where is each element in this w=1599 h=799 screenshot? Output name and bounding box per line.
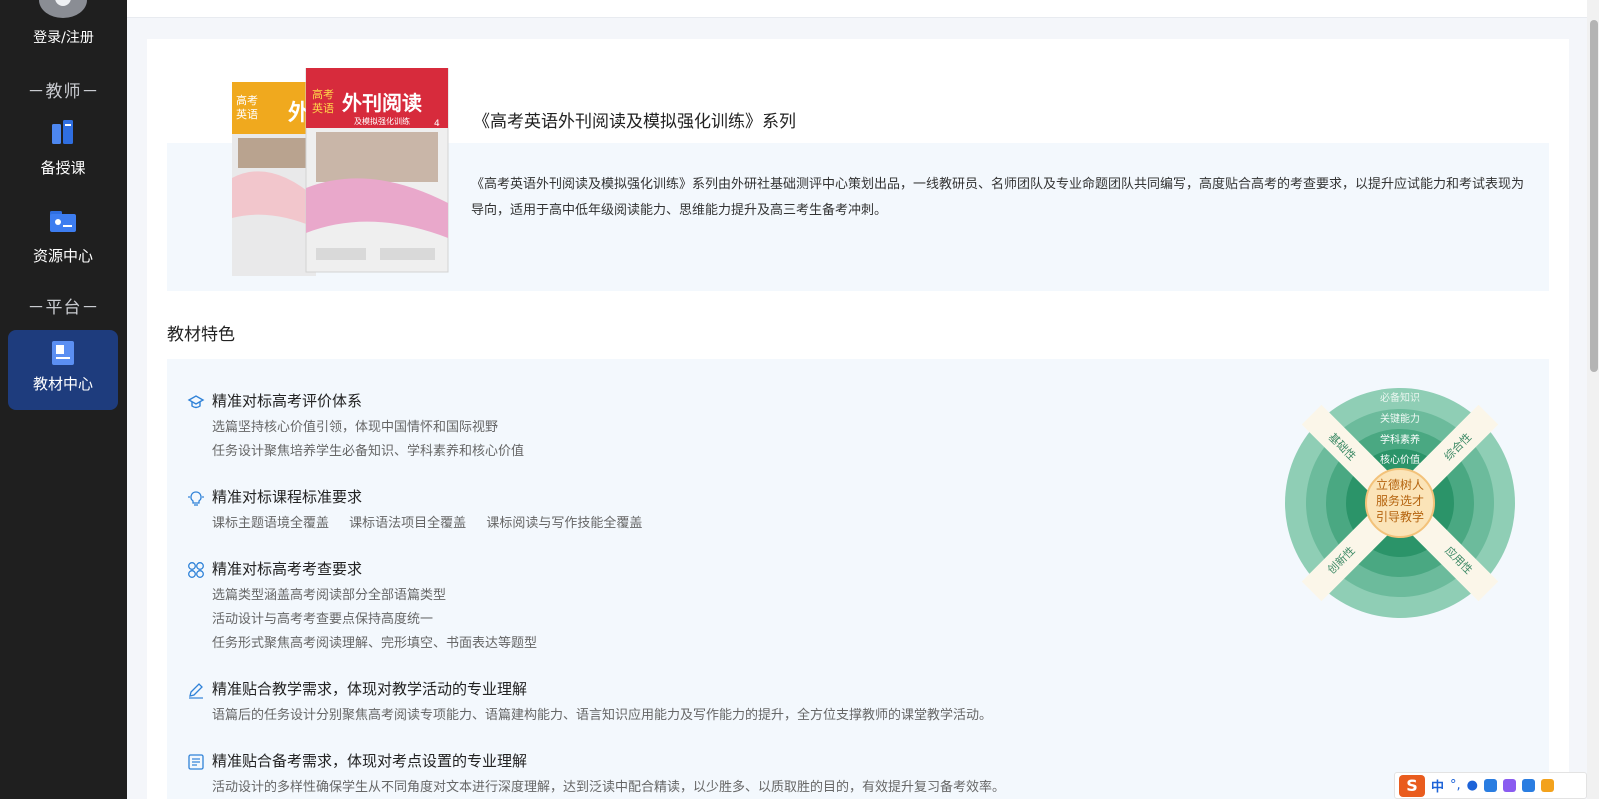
center-label: 服务选才 (1376, 493, 1424, 508)
ring-label: 必备知识 (1380, 391, 1420, 404)
sidebar-item-lesson-prep[interactable]: 备授课 (8, 112, 118, 192)
feature-line: 活动设计的多样性确保学生从不同角度对文本进行深度理解，达到泛读中配合精读，以少胜… (212, 780, 1006, 795)
feature-tag: 课标主题语境全覆盖 (212, 516, 330, 531)
books-icon (52, 120, 73, 144)
feature-line: 语篇后的任务设计分别聚焦高考阅读专项能力、语篇建构能力、语言知识应用能力及写作能… (212, 708, 993, 723)
evaluation-system-diagram: 必备知识 关键能力 学科素养 核心价值 立德树人 服务选才 引导教学 基础性 综… (1285, 388, 1515, 618)
sidebar: 登录/注册 －教师－ 备授课 资源中心 －平台－ 教材中心 (0, 0, 127, 799)
feature-line: 选篇坚持核心价值引领，体现中国情怀和国际视野 (212, 420, 499, 435)
svg-text:外刊阅读: 外刊阅读 (342, 91, 422, 115)
feature-tag: 课标阅读与写作技能全覆盖 (486, 516, 643, 531)
top-bar (127, 0, 1587, 18)
sogou-logo-icon[interactable]: S (1399, 774, 1425, 797)
scrollbar-thumb[interactable] (1590, 20, 1598, 372)
feature-title: 精准对标高考考查要求 (212, 560, 363, 578)
list-icon (188, 754, 204, 770)
feature-line: 任务设计聚焦培养学生必备知识、学科素养和核心价值 (212, 444, 525, 459)
svg-text:英语: 英语 (312, 101, 334, 115)
feature-tag: 课标语法项目全覆盖 (349, 516, 467, 531)
ring-label: 学科素养 (1380, 433, 1420, 446)
skin-icon[interactable] (1503, 779, 1516, 792)
book-cover-image: 高考 英语 外 高考 英语 外刊阅读 及模拟强化训练 4 (230, 67, 460, 278)
toolbox-icon[interactable] (1522, 779, 1535, 792)
center-label: 立德树人 (1376, 477, 1424, 492)
feature-line: 课标主题语境全覆盖 课标语法项目全覆盖 课标阅读与写作技能全覆盖 (212, 512, 658, 531)
login-register-link[interactable]: 登录/注册 (0, 27, 127, 47)
series-description: 《高考英语外刊阅读及模拟强化训练》系列由外研社基础测评中心策划出品，一线教研员、… (471, 177, 1525, 218)
svg-text:及模拟强化训练: 及模拟强化训练 (354, 116, 410, 126)
features-heading: 教材特色 (164, 320, 238, 347)
sidebar-item-textbook-center[interactable]: 教材中心 (8, 330, 118, 410)
pen-icon (189, 683, 203, 699)
sidebar-item-label: 备授课 (40, 159, 86, 177)
avatar[interactable] (39, 0, 87, 18)
svg-text:高考: 高考 (236, 93, 258, 107)
sidebar-item-label: 教材中心 (32, 375, 93, 393)
textbook-icon (52, 341, 74, 365)
platform-section-label: －平台－ (27, 298, 100, 318)
microphone-icon[interactable]: ● (1467, 778, 1478, 793)
feature-title: 精准贴合教学需求，体现对教学活动的专业理解 (212, 680, 528, 698)
sidebar-item-resource-center[interactable]: 资源中心 (8, 200, 118, 280)
ime-language-toggle[interactable]: 中 (1431, 776, 1444, 795)
ime-toolbar[interactable]: S 中 °, ● (1394, 772, 1587, 799)
teacher-section-label: －教师－ (27, 82, 100, 102)
clover-icon (188, 562, 204, 578)
series-title: 《高考英语外刊阅读及模拟强化训练》系列 (473, 112, 796, 132)
feature-line: 活动设计与高考考查要点保持高度统一 (212, 612, 434, 627)
svg-text:高考: 高考 (312, 87, 334, 101)
punctuation-icon[interactable]: °, (1450, 778, 1461, 793)
center-label: 引导教学 (1376, 509, 1424, 524)
svg-text:4: 4 (434, 119, 440, 129)
feature-title: 精准贴合备考需求，体现对考点设置的专业理解 (212, 752, 528, 770)
ring-label: 核心价值 (1380, 453, 1420, 466)
more-icon[interactable] (1541, 779, 1554, 792)
keyboard-icon[interactable] (1484, 779, 1497, 792)
feature-title: 精准对标课程标准要求 (212, 488, 363, 506)
feature-title: 精准对标高考评价体系 (212, 392, 363, 410)
folder-card-icon (50, 211, 76, 232)
sidebar-item-label: 资源中心 (32, 247, 93, 265)
svg-text:英语: 英语 (236, 107, 258, 121)
lightbulb-icon (188, 491, 204, 506)
ring-label: 关键能力 (1380, 412, 1420, 425)
graduation-cap-icon (187, 395, 205, 409)
feature-line: 任务形式聚焦高考阅读理解、完形填空、书面表达等题型 (212, 636, 538, 651)
feature-line: 选篇类型涵盖高考阅读部分全部语篇类型 (212, 588, 447, 603)
